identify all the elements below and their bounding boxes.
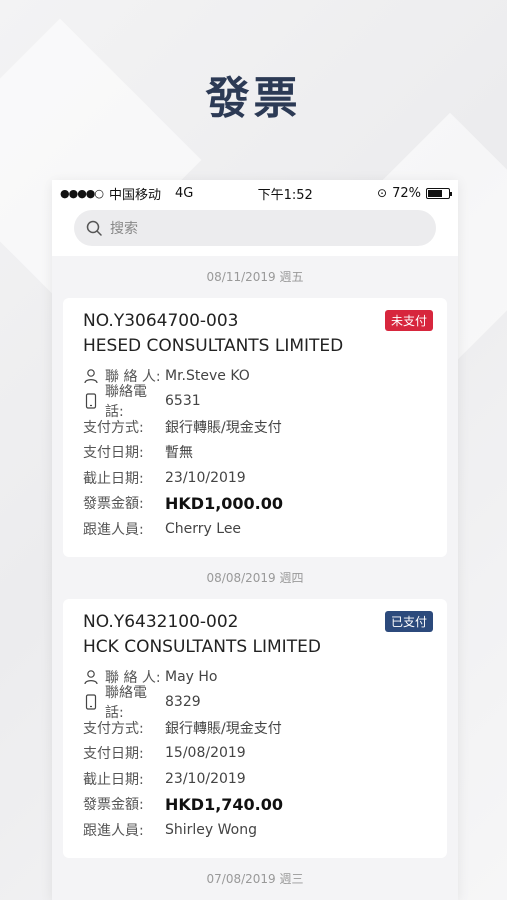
due-date-label: 截止日期: [83, 771, 144, 788]
payment-date-label: 支付日期: [83, 445, 144, 462]
phone-label: 聯絡電話: [105, 685, 147, 722]
payment-method-label: 支付方式: [83, 419, 144, 436]
follow-up-label: 跟進人員: [83, 521, 144, 538]
follow-up-label: 跟進人員: [83, 822, 144, 839]
follow-up-value: Cherry Lee [165, 520, 242, 537]
date-separator: 07/08/2019 週三 [206, 872, 304, 886]
payment-date-label: 支付日期: [83, 746, 144, 763]
person-icon [83, 669, 105, 685]
amount-label: 發票金額: [83, 496, 144, 513]
status-badge: 未支付 [384, 310, 433, 331]
network-label: 4G [175, 185, 194, 201]
invoice-number: NO.Y3064700-003 [83, 311, 239, 331]
status-badge: 已支付 [384, 611, 433, 632]
phone-icon [83, 393, 105, 409]
payment-method-label: 支付方式: [83, 720, 144, 737]
payment-method-value: 銀行轉賬/現金支付 [165, 720, 282, 737]
phone-value[interactable]: 8329 [165, 694, 201, 710]
search-placeholder: 搜索 [110, 221, 138, 237]
status-bar: ●●●●○ 中国移动 4G 下午1:52 ⊙ 72% [52, 180, 458, 206]
phone-icon [83, 694, 105, 710]
carrier-label: 中国移动 [109, 187, 162, 203]
due-date-label: 截止日期: [83, 470, 144, 487]
search-input[interactable]: 搜索 [74, 210, 436, 246]
signal-icon: ●●●●○ [60, 186, 104, 200]
due-date-value: 23/10/2019 [165, 770, 246, 787]
invoice-card[interactable]: NO.Y3064700-003 HESED CONSULTANTS LIMITE… [63, 298, 447, 557]
invoice-company: HESED CONSULTANTS LIMITED [83, 336, 344, 356]
phone-screen: ●●●●○ 中国移动 4G 下午1:52 ⊙ 72% 搜索 08/11/2019… [52, 180, 458, 900]
orientation-lock-icon: ⊙ [377, 186, 388, 200]
person-icon [83, 368, 105, 384]
date-separator: 08/11/2019 週五 [206, 270, 304, 284]
phone-value[interactable]: 6531 [165, 393, 201, 409]
date-separator: 08/08/2019 週四 [206, 571, 304, 585]
battery-icon [426, 187, 452, 199]
battery-percent: 72% [392, 185, 421, 201]
invoice-company: HCK CONSULTANTS LIMITED [83, 637, 321, 657]
invoice-card[interactable]: NO.Y6432100-002 HCK CONSULTANTS LIMITED … [63, 599, 447, 858]
payment-date-value: 暫無 [165, 445, 193, 462]
amount-value: HKD1,000.00 [165, 493, 284, 513]
phone-label: 聯絡電話: [105, 384, 147, 421]
promo-title: 發票 [205, 73, 302, 124]
due-date-value: 23/10/2019 [165, 469, 246, 486]
amount-label: 發票金額: [83, 797, 144, 814]
status-time: 下午1:52 [257, 187, 313, 203]
follow-up-value: Shirley Wong [165, 821, 257, 838]
payment-date-value: 15/08/2019 [165, 745, 246, 762]
payment-method-value: 銀行轉賬/現金支付 [165, 419, 282, 436]
invoice-number: NO.Y6432100-002 [83, 612, 239, 632]
amount-value: HKD1,740.00 [165, 794, 284, 814]
search-icon [86, 220, 102, 236]
contact-value: May Ho [165, 668, 218, 685]
contact-value: Mr.Steve KO [165, 367, 250, 384]
